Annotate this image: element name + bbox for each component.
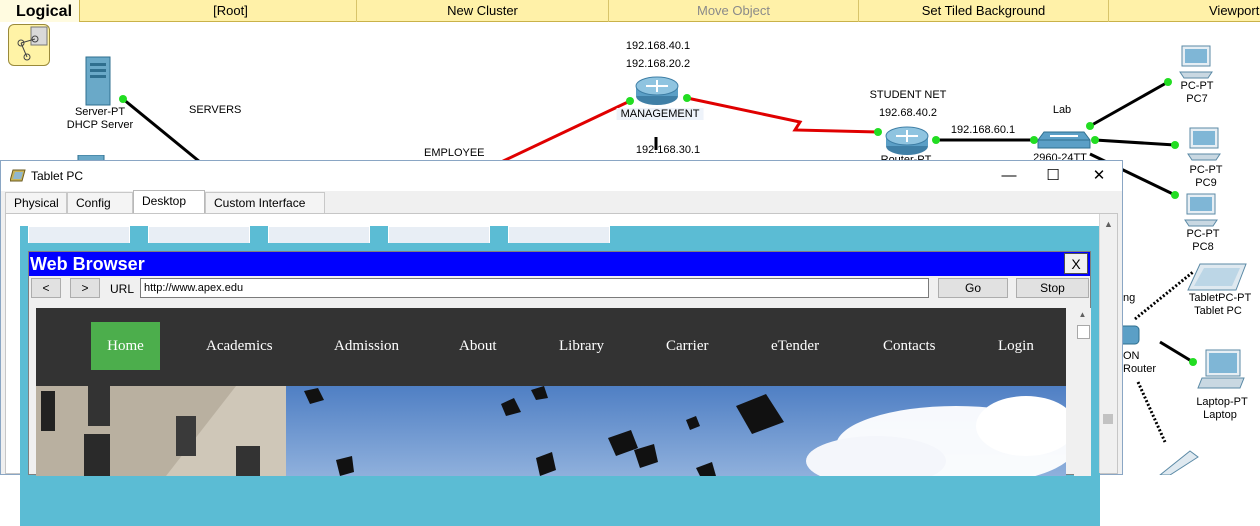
management-router-icon[interactable] (634, 74, 680, 106)
wrt-name-fragment: Router (1123, 363, 1157, 375)
mgmt-ip3-label: 192.168.30.1 (635, 144, 701, 156)
server-name-label: DHCP Server (66, 119, 134, 131)
go-button[interactable]: Go (938, 278, 1008, 298)
viewport-button[interactable]: Viewport (1109, 0, 1260, 22)
pc7-type-label: PC-PT (1180, 80, 1214, 92)
web-browser-window: Web Browser X < > URL Go Stop Home Acade… (28, 251, 1091, 476)
pc7-icon[interactable] (1176, 44, 1216, 84)
forward-button[interactable]: > (70, 278, 100, 298)
tab-desktop[interactable]: Desktop (133, 190, 205, 214)
tablet-vertical-scrollbar[interactable]: ▲ (1099, 214, 1117, 473)
desktop-app-icon[interactable] (268, 226, 370, 243)
stop-button[interactable]: Stop (1016, 278, 1089, 298)
tab-physical[interactable]: Physical (5, 192, 67, 213)
browser-scroll-up-icon[interactable]: ▲ (1074, 308, 1091, 322)
move-object-button[interactable]: Move Object (609, 0, 859, 22)
servers-area-label: SERVERS (189, 104, 242, 116)
pc9-type-label: PC-PT (1189, 164, 1223, 176)
laptop-type-label: Laptop-PT (1196, 396, 1248, 408)
nav-contacts[interactable]: Contacts (883, 322, 936, 370)
nav-academics[interactable]: Academics (206, 322, 273, 370)
browser-title: Web Browser (30, 254, 145, 274)
site-navbar: Home Academics Admission About Library C… (36, 308, 1066, 386)
laptop-name-label: Laptop (1203, 409, 1237, 421)
browser-close-button[interactable]: X (1064, 253, 1088, 274)
scroll-thumb[interactable] (1103, 414, 1113, 424)
wrt-label-fragment: ng (1123, 292, 1136, 304)
tab-custom-interface[interactable]: Custom Interface (205, 192, 325, 213)
tablet-window-tabs: Physical Config Desktop Custom Interface (1, 190, 1122, 214)
browser-titlebar: Web Browser X (29, 252, 1090, 276)
hero-image (36, 386, 1066, 476)
partial-device-icon[interactable] (1150, 447, 1200, 475)
mgmt-ip2-label: 192.168.20.2 (625, 58, 691, 70)
server-type-label: Server-PT (74, 106, 126, 118)
close-icon[interactable]: ✕ (1077, 163, 1121, 189)
tab-config[interactable]: Config (67, 192, 133, 213)
nav-about[interactable]: About (459, 322, 497, 370)
browser-vertical-scrollbar[interactable]: ▲ (1074, 308, 1091, 476)
nav-home[interactable]: Home (91, 322, 160, 370)
desktop-app-icon[interactable] (508, 226, 610, 243)
url-label: URL (110, 282, 135, 296)
browser-scroll-thumb[interactable] (1077, 325, 1090, 339)
student-ip-label: 192.68.40.2 (878, 107, 938, 119)
nav-etender[interactable]: eTender (771, 322, 819, 370)
wrt-type-fragment: ON (1123, 350, 1140, 362)
pc8-name-label: PC8 (1192, 241, 1214, 253)
url-input[interactable] (140, 278, 929, 298)
pc8-icon[interactable] (1181, 192, 1221, 232)
browser-viewport: Home Academics Admission About Library C… (36, 308, 1066, 476)
link-ip-label: 192.168.60.1 (950, 124, 1016, 136)
pc8-type-label: PC-PT (1186, 228, 1220, 240)
root-button[interactable]: [Root] (105, 0, 357, 22)
nav-library[interactable]: Library (559, 322, 604, 370)
pc7-name-label: PC7 (1186, 93, 1208, 105)
logical-toolbar: Logical [Root] New Cluster Move Object S… (0, 0, 1260, 22)
tablet-name-label: Tablet PC (1194, 305, 1242, 317)
desktop-app-icon[interactable] (148, 226, 250, 243)
lab-area-label: Lab (1052, 104, 1072, 116)
pc9-icon[interactable] (1184, 126, 1224, 166)
scroll-up-icon[interactable]: ▲ (1100, 216, 1117, 232)
tablet-window-icon (10, 169, 26, 182)
laptop-icon[interactable] (1196, 348, 1248, 394)
logical-workspace-tab[interactable]: Logical (0, 0, 80, 22)
tablet-device-icon[interactable] (1186, 262, 1248, 292)
desktop-app-icon[interactable] (28, 226, 130, 243)
desktop-app-icon[interactable] (388, 226, 490, 243)
new-cluster-button[interactable]: New Cluster (357, 0, 609, 22)
nav-login[interactable]: Login (998, 322, 1034, 370)
mgmt-name-label: MANAGEMENT (616, 108, 704, 120)
nav-carrier[interactable]: Carrier (666, 322, 708, 370)
pc9-name-label: PC9 (1195, 177, 1217, 189)
employee-area-label: EMPLOYEE (424, 147, 485, 159)
minimize-icon[interactable]: — (987, 163, 1031, 189)
tablet-window-titlebar[interactable]: Tablet PC — ☐ ✕ (1, 161, 1122, 191)
student-net-label: STUDENT NET (869, 89, 947, 101)
tablet-window-title: Tablet PC (31, 169, 84, 183)
tablet-type-label: TabletPC-PT (1188, 292, 1252, 304)
student-router-icon[interactable] (884, 124, 930, 156)
back-button[interactable]: < (31, 278, 61, 298)
mgmt-ip1-label: 192.168.40.1 (625, 40, 691, 52)
switch-icon[interactable] (1036, 126, 1092, 152)
server-icon[interactable] (82, 55, 116, 107)
maximize-icon[interactable]: ☐ (1031, 163, 1075, 189)
nav-admission[interactable]: Admission (334, 322, 399, 370)
set-tiled-background-button[interactable]: Set Tiled Background (859, 0, 1109, 22)
